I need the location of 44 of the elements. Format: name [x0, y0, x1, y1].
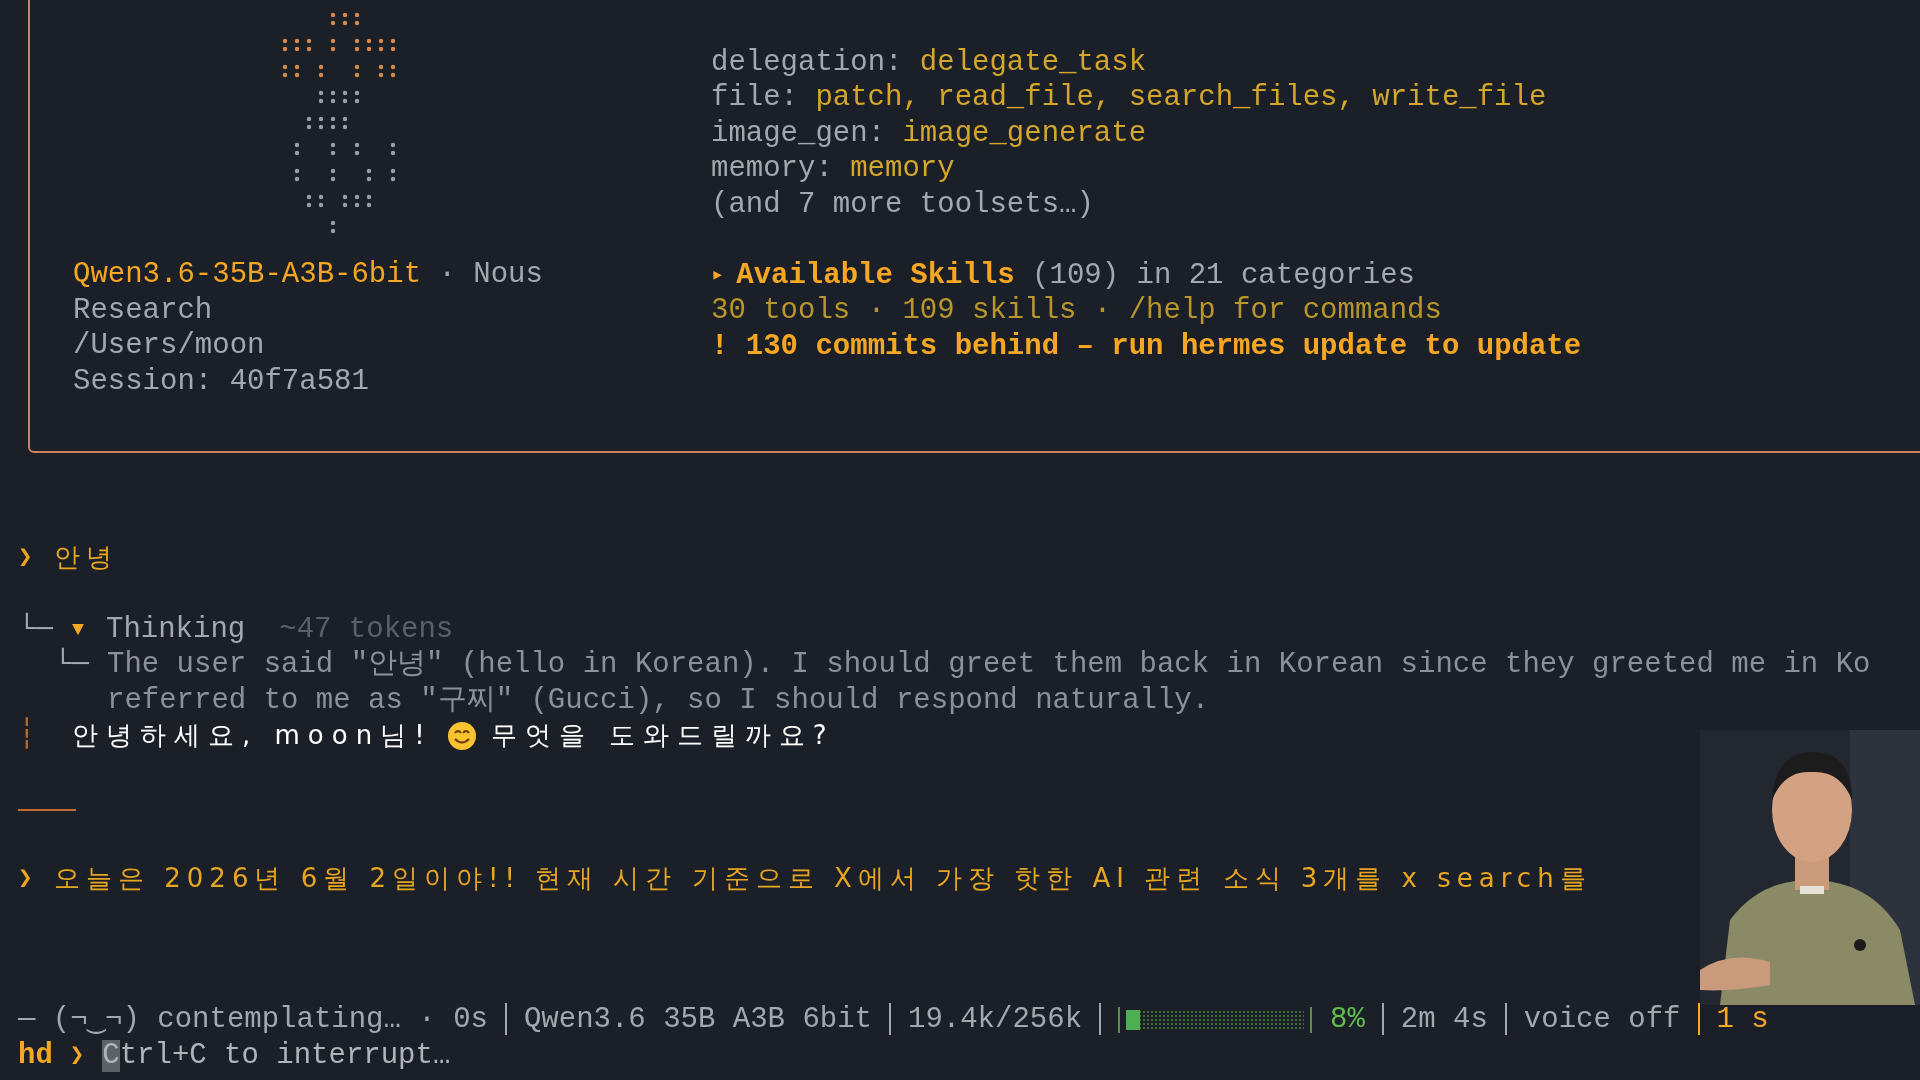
prompt-icon: ❯ — [69, 1038, 85, 1074]
user-message: 오늘은 2026년 6월 2일이야!! 현재 시간 기준으로 X에서 가장 핫한 AI 관련 소식 3개를 x search를 — [54, 861, 1592, 895]
prompt-icon: ❯ — [18, 860, 54, 896]
toolset-tools: patch, read_file, search_files, write_file — [815, 80, 1547, 116]
tree-branch: └─ — [18, 611, 54, 647]
token-usage: 19.4k/256k — [908, 1002, 1083, 1038]
token-count: ~47 tokens — [279, 611, 454, 647]
thinking-label[interactable]: Thinking — [106, 611, 246, 647]
session-id: Session: 40f7a581 — [73, 363, 370, 399]
tree-branch: └─ — [54, 647, 90, 683]
toolset-category: file: — [711, 80, 798, 116]
provider-name: Research — [73, 292, 214, 328]
smiley-icon — [446, 720, 477, 751]
update-warning: ! 130 commits behind – run hermes update to update — [711, 328, 1582, 364]
assistant-reply: 안녕하세요, moon님! — [72, 719, 433, 752]
prompt-label: hd — [18, 1038, 53, 1074]
toolset-category: image_gen: — [711, 115, 886, 151]
gutter-mark: ┆ — [18, 718, 37, 754]
caret-icon[interactable]: ▼ — [72, 611, 106, 647]
provider-name: · Nous — [438, 257, 543, 293]
toolset-tools: image_generate — [902, 115, 1147, 151]
toolset-tools: delegate_task — [919, 44, 1147, 80]
thought-line: referred to me as "구찌" (Gucci), so I should respond naturally. — [107, 682, 1211, 718]
thought-line: The user said "안녕" (hello in Korean). I should greet them back in Korean since they greeted me in Ko — [107, 647, 1871, 683]
skills-count: (109) in 21 categories — [1032, 257, 1415, 293]
toolset-tools: memory — [850, 151, 955, 187]
user-message: 안녕 — [54, 541, 118, 574]
more-toolsets: (and 7 more toolsets…) — [711, 186, 1095, 222]
tools-summary: 30 tools · 109 skills · /help for commands — [711, 293, 1443, 329]
assistant-reply: 무엇을 도와드릴까요? — [490, 719, 835, 752]
skills-title: Available Skills — [736, 257, 1015, 293]
prompt-icon: ❯ — [18, 540, 54, 576]
voice-status: voice off — [1523, 1002, 1681, 1038]
toolset-category: delegation: — [711, 44, 903, 80]
status-model: Qwen3.6 35B A3B 6bit — [523, 1002, 872, 1038]
model-name: Qwen3.6-35B-A3B-6bit — [73, 257, 422, 293]
toolset-category: memory: — [711, 151, 833, 187]
status-item: 1 s — [1716, 1002, 1769, 1038]
input-placeholder[interactable]: Ctrl+C to interrupt… — [102, 1039, 451, 1072]
status-activity: — (¬‿¬) contemplating… · 0s — [18, 1002, 488, 1038]
triangle-icon: ▸ — [711, 257, 725, 293]
elapsed-time: 2m 4s — [1400, 1002, 1488, 1038]
working-directory: /Users/moon — [73, 328, 266, 364]
context-percent: 8% — [1330, 1002, 1365, 1038]
